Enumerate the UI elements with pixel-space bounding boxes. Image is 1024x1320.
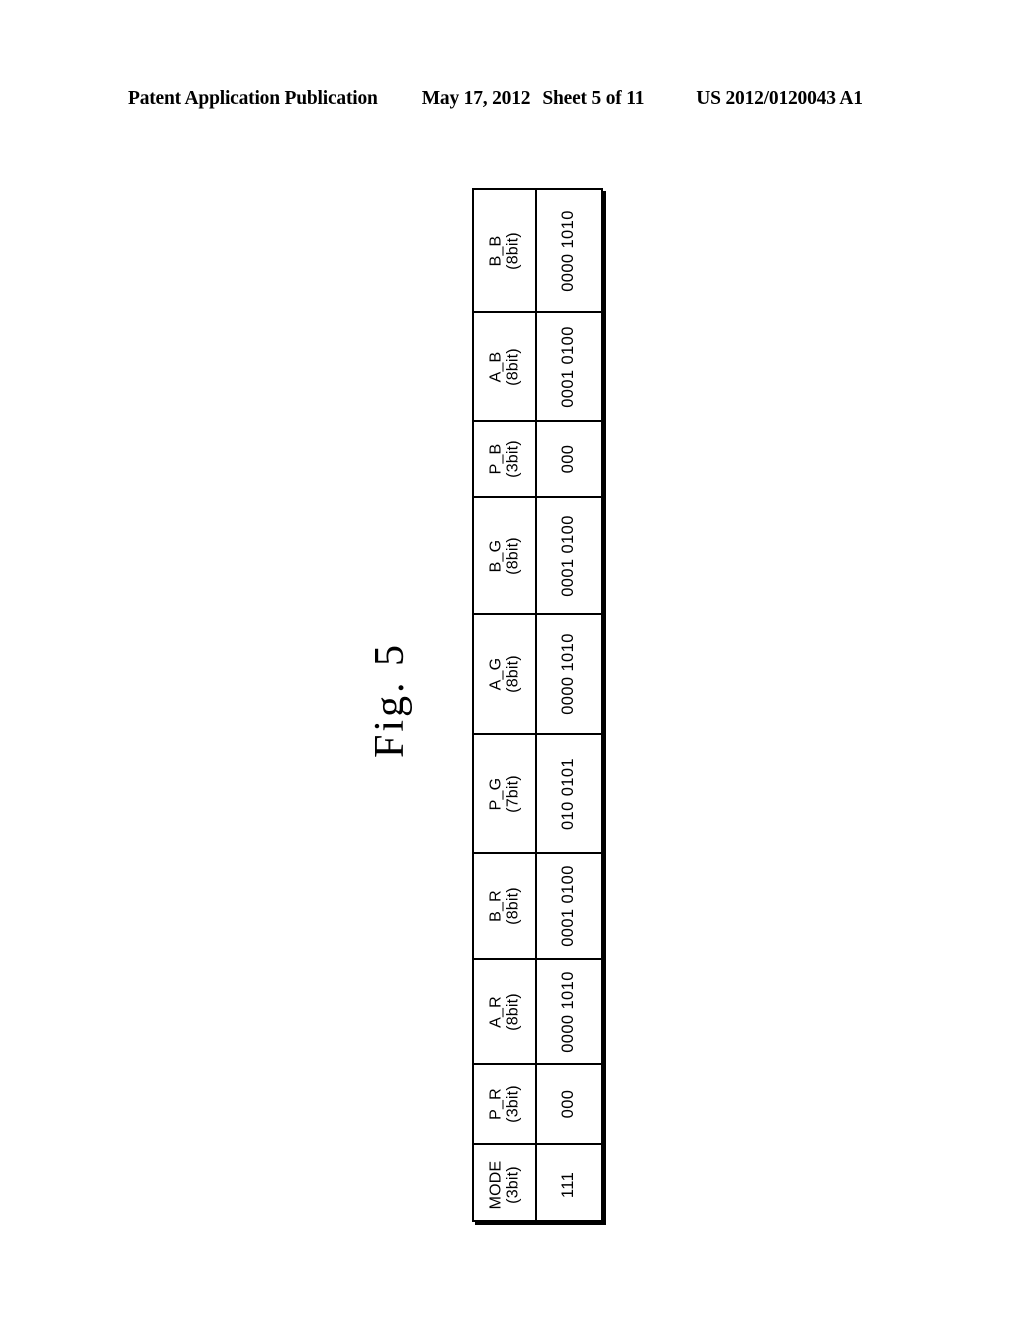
field-label-cell: B_B (8bit) <box>474 190 537 311</box>
field-bitwidth: (3bit) <box>504 440 522 478</box>
field-label-text: B_B (8bit) <box>487 232 522 270</box>
field-value-cell: 0000 1010 <box>537 960 600 1063</box>
header-sheet-number: Sheet 5 of 11 <box>542 88 645 109</box>
field-bitwidth: (8bit) <box>504 887 522 925</box>
figure-label-text: Fig. 5 <box>367 641 413 759</box>
field-value-cell: 111 <box>537 1145 600 1224</box>
field-value-cell: 0001 0100 <box>537 854 600 958</box>
field-label-text: A_R (8bit) <box>487 993 522 1031</box>
field-bitwidth: (3bit) <box>504 1165 522 1204</box>
field-label-text: B_G (8bit) <box>487 537 522 575</box>
header-patent-number: US 2012/0120043 A1 <box>696 88 863 109</box>
field-value-cell: 0000 1010 <box>537 190 600 311</box>
field-name: P_R <box>487 1088 505 1120</box>
field-label-text: MODE (3bit) <box>487 1160 522 1209</box>
field-name: A_B <box>487 351 505 382</box>
field-label-cell: A_R (8bit) <box>474 960 537 1063</box>
field-name: B_G <box>487 539 505 572</box>
field-name: B_R <box>487 890 505 922</box>
field-label-cell: P_B (3bit) <box>474 422 537 496</box>
field-label-text: P_R (3bit) <box>487 1085 522 1123</box>
field-value-cell: 0001 0100 <box>537 498 600 613</box>
field-label-cell: B_R (8bit) <box>474 854 537 958</box>
table-row: P_B (3bit) 000 <box>474 422 601 498</box>
field-value-text: 0000 1010 <box>558 633 577 715</box>
field-bitwidth: (3bit) <box>504 1085 522 1123</box>
field-value-cell: 000 <box>537 1065 600 1143</box>
field-value-text: 0000 1010 <box>558 970 577 1053</box>
header-publication-date: May 17, 2012 <box>421 88 531 109</box>
field-label-cell: MODE (3bit) <box>474 1145 537 1224</box>
field-label-text: B_R (8bit) <box>487 887 522 925</box>
field-bitwidth: (8bit) <box>504 347 522 386</box>
table-row: P_G (7bit) 010 0101 <box>474 735 601 854</box>
field-value-text: 010 0101 <box>558 757 577 830</box>
field-label-cell: A_B (8bit) <box>474 313 537 420</box>
field-value-cell: 0001 0100 <box>537 313 600 420</box>
field-value-cell: 0000 1010 <box>537 615 600 733</box>
field-bitwidth: (8bit) <box>504 992 522 1031</box>
field-value-text: 0001 0100 <box>558 514 577 597</box>
field-value-text: 0000 1010 <box>558 209 577 292</box>
field-value-cell: 000 <box>537 422 600 496</box>
field-bitwidth: (7bit) <box>504 774 522 813</box>
field-label-cell: A_G (8bit) <box>474 615 537 733</box>
field-label-text: P_B (3bit) <box>487 440 522 478</box>
field-name: P_G <box>487 777 505 810</box>
field-name: B_B <box>487 235 505 266</box>
field-label-cell: P_G (7bit) <box>474 735 537 852</box>
field-label-cell: P_R (3bit) <box>474 1065 537 1143</box>
page-header: Patent Application Publication May 17, 2… <box>128 88 888 114</box>
field-name: P_B <box>487 443 505 475</box>
field-label-cell: B_G (8bit) <box>474 498 537 613</box>
field-name: A_G <box>487 657 505 691</box>
table-row: A_R (8bit) 0000 1010 <box>474 960 601 1065</box>
figure-label: Fig. 5 <box>300 600 480 800</box>
field-bitwidth: (8bit) <box>504 536 522 575</box>
bit-field-table: B_B (8bit) 0000 1010 A_B (8bit) 0001 0100 P_B(… <box>472 188 603 1224</box>
table-row: MODE (3bit) 111 <box>474 1145 601 1224</box>
field-value-text: 111 <box>558 1171 577 1198</box>
field-value-text: 000 <box>558 1089 577 1119</box>
field-name: A_R <box>487 995 505 1028</box>
field-value-text: 0001 0100 <box>558 865 577 947</box>
table-row: A_B (8bit) 0001 0100 <box>474 313 601 422</box>
table-row: B_R (8bit) 0001 0100 <box>474 854 601 960</box>
table-row: A_G (8bit) 0000 1010 <box>474 615 601 735</box>
field-value-text: 000 <box>558 444 577 474</box>
field-bitwidth: (8bit) <box>504 655 522 693</box>
table-row: B_G (8bit) 0001 0100 <box>474 498 601 615</box>
table-row: B_B (8bit) 0000 1010 <box>474 190 601 313</box>
field-label-text: P_G (7bit) <box>487 775 522 813</box>
field-bitwidth: (8bit) <box>504 231 522 270</box>
field-value-cell: 010 0101 <box>537 735 600 852</box>
table-row: P_R (3bit) 000 <box>474 1065 601 1145</box>
field-value-text: 0001 0100 <box>558 325 577 408</box>
field-label-text: A_G (8bit) <box>487 655 522 693</box>
field-label-text: A_B (8bit) <box>487 348 522 386</box>
header-publication-title: Patent Application Publication <box>128 88 378 109</box>
field-name: MODE <box>487 1160 505 1209</box>
